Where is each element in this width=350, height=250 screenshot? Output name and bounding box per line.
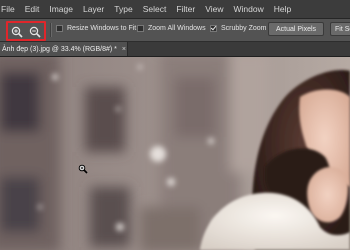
resize-windows-label: Resize Windows to Fit bbox=[67, 25, 137, 32]
scrubby-zoom-label: Scrubby Zoom bbox=[221, 25, 267, 32]
menu-window[interactable]: Window bbox=[233, 4, 263, 14]
zoom-cursor-icon bbox=[78, 161, 88, 179]
menu-layer[interactable]: Layer bbox=[83, 4, 104, 14]
menu-file[interactable]: File bbox=[1, 4, 15, 14]
fit-screen-button[interactable]: Fit Screen bbox=[330, 22, 350, 36]
zoom-all-windows-label: Zoom All Windows bbox=[148, 25, 206, 32]
zoom-out-button[interactable] bbox=[28, 25, 42, 39]
menu-select[interactable]: Select bbox=[143, 4, 167, 14]
scrubby-zoom-checkbox[interactable] bbox=[210, 25, 217, 32]
photo-image bbox=[0, 57, 350, 250]
resize-windows-option[interactable]: Resize Windows to Fit bbox=[56, 25, 136, 32]
zoom-mode-highlight bbox=[6, 21, 46, 41]
menu-type[interactable]: Type bbox=[114, 4, 132, 14]
menu-edit[interactable]: Edit bbox=[25, 4, 40, 14]
zoom-out-icon bbox=[29, 26, 41, 38]
menu-bar: File Edit Image Layer Type Select Filter… bbox=[0, 0, 350, 19]
zoom-all-windows-checkbox[interactable] bbox=[137, 25, 144, 32]
separator bbox=[50, 23, 52, 37]
menu-view[interactable]: View bbox=[205, 4, 223, 14]
options-bar: Resize Windows to Fit Zoom All Windows S… bbox=[0, 19, 350, 42]
menu-filter[interactable]: Filter bbox=[176, 4, 195, 14]
zoom-in-button[interactable] bbox=[10, 25, 24, 39]
document-tab-title: Ảnh đẹp (3).jpg @ 33.4% (RGB/8#) * bbox=[2, 45, 117, 53]
document-tab-bar: Ảnh đẹp (3).jpg @ 33.4% (RGB/8#) * × bbox=[0, 42, 350, 57]
close-tab-icon[interactable]: × bbox=[122, 46, 126, 53]
zoom-in-icon bbox=[11, 26, 23, 38]
menu-help[interactable]: Help bbox=[274, 4, 291, 14]
resize-windows-checkbox[interactable] bbox=[56, 25, 63, 32]
actual-pixels-button[interactable]: Actual Pixels bbox=[268, 22, 324, 36]
scrubby-zoom-option[interactable]: Scrubby Zoom bbox=[210, 25, 267, 32]
menu-image[interactable]: Image bbox=[49, 4, 73, 14]
document-tab[interactable]: Ảnh đẹp (3).jpg @ 33.4% (RGB/8#) * × bbox=[0, 42, 128, 56]
zoom-all-windows-option[interactable]: Zoom All Windows bbox=[137, 25, 206, 32]
document-canvas[interactable] bbox=[0, 57, 350, 250]
